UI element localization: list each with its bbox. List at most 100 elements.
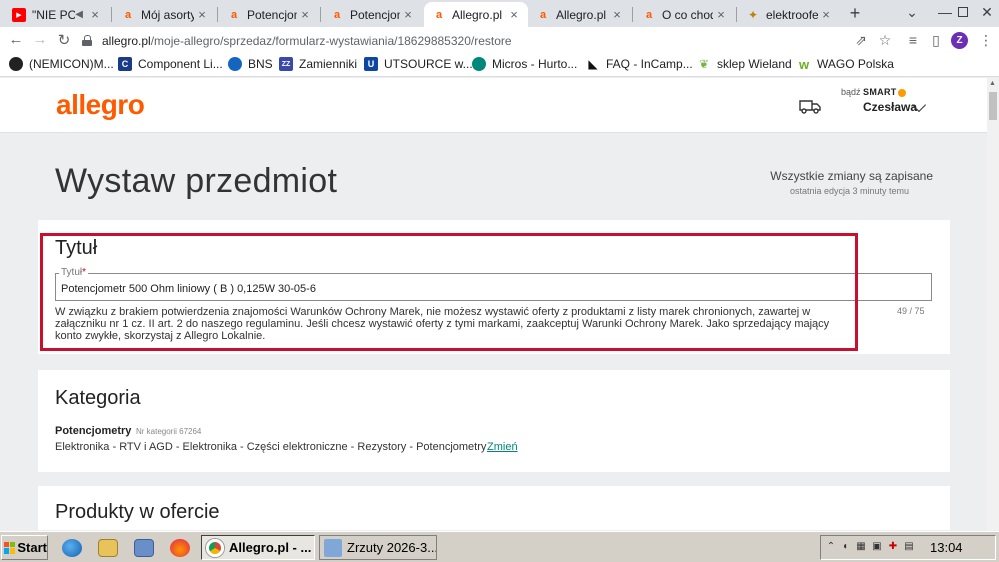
new-tab-icon[interactable]: + <box>845 3 865 24</box>
bookmark-component-library[interactable]: C Component Li... <box>118 57 223 71</box>
last-edit-info: ostatnia edycja 3 minuty temu <box>789 186 909 196</box>
share-icon[interactable]: ⇗ <box>852 32 870 49</box>
site-header: allegro bądź SMART Czesława <box>0 78 987 133</box>
utsource-icon: U <box>364 57 378 71</box>
internet-explorer-icon[interactable] <box>62 539 82 557</box>
allegro-icon: a <box>645 8 653 21</box>
chrome-icon <box>206 538 224 557</box>
restore-icon[interactable] <box>958 7 968 17</box>
component-library-icon: C <box>118 57 132 71</box>
tab-separator <box>111 7 112 22</box>
taskbar-chrome-window[interactable]: Allegro.pl - ... <box>201 535 315 560</box>
products-card: Produkty w ofercie <box>38 486 950 530</box>
zamienniki-icon: ZZ <box>279 57 293 71</box>
tab-close-icon[interactable]: × <box>194 7 210 22</box>
tab-close-icon[interactable]: × <box>818 7 834 22</box>
firefox-icon[interactable] <box>170 539 190 557</box>
allegro-icon: a <box>333 8 341 21</box>
micros-icon <box>472 57 486 71</box>
browser-tab-5-active[interactable]: a Allegro.pl - × <box>424 2 528 27</box>
volume-icon[interactable]: ◖ <box>839 541 851 553</box>
tab-separator <box>217 7 218 22</box>
tab-close-icon[interactable]: × <box>87 7 103 22</box>
tab-search-chevron-icon[interactable]: ⌄ <box>903 3 921 21</box>
nemicon-icon <box>9 57 23 71</box>
bookmark-nemicon[interactable]: (NEMICON)M... <box>9 57 114 71</box>
category-number: Nr kategorii 67264 <box>136 427 202 436</box>
tray-expand-icon[interactable]: ⌃ <box>825 541 837 553</box>
bookmark-wago[interactable]: w WAGO Polska <box>797 56 894 72</box>
smart-badge[interactable]: bądź SMART <box>841 87 906 97</box>
lock-icon[interactable] <box>82 35 92 46</box>
bookmark-site-icon: ✦ <box>747 7 759 22</box>
products-section-heading: Produkty w ofercie <box>55 501 220 523</box>
category-section-heading: Kategoria <box>55 387 141 409</box>
mute-icon[interactable]: ◀ <box>75 9 83 20</box>
browser-tab-1[interactable]: ▶ "NIE PO ◀ × <box>4 2 109 27</box>
tray-app-icon[interactable]: ▤ <box>903 541 915 553</box>
browser-tab-3[interactable]: a Potencjome × <box>219 2 319 27</box>
bookmark-faq-incamp[interactable]: ◣ FAQ - InCamp... <box>586 57 692 71</box>
bns-icon <box>228 57 242 71</box>
media-control-icon[interactable]: ≡ <box>904 32 922 48</box>
save-status: Wszystkie zmiany są zapisane <box>770 169 933 183</box>
page-scrollbar[interactable]: ▲ <box>987 78 999 530</box>
file-explorer-icon[interactable] <box>98 539 118 557</box>
bookmark-utsource[interactable]: U UTSOURCE w... <box>364 57 473 71</box>
reload-icon[interactable]: ↻ <box>55 31 73 49</box>
scroll-up-icon[interactable]: ▲ <box>989 80 996 87</box>
browser-tab-2[interactable]: a Mój asortym × <box>113 2 216 27</box>
change-category-link[interactable]: Zmień <box>487 441 518 453</box>
tab-separator <box>632 7 633 22</box>
safely-remove-icon[interactable]: ▣ <box>871 541 883 553</box>
profile-avatar[interactable]: Z <box>951 32 968 49</box>
security-alert-icon[interactable]: ✚ <box>887 541 899 553</box>
url-path: /moje-allegro/sprzedaz/formularz-wystawi… <box>150 33 512 48</box>
tab-close-icon[interactable]: × <box>713 7 729 22</box>
browser-tab-7[interactable]: a O co chodz × <box>634 2 735 27</box>
tab-close-icon[interactable]: × <box>297 7 313 22</box>
url-host: allegro.pl <box>102 33 151 48</box>
browser-toolbar: ← → ↻ allegro.pl/moje-allegro/sprzedaz/f… <box>0 27 999 54</box>
allegro-icon: a <box>230 8 238 21</box>
side-panel-icon[interactable]: ▯ <box>927 32 945 49</box>
tab-separator <box>320 7 321 22</box>
bookmark-sklep-wieland[interactable]: ❦ sklep Wieland <box>697 57 792 71</box>
scroll-thumb[interactable] <box>989 92 997 120</box>
taskbar-screenshots-window[interactable]: Zrzuty 2026-3... <box>319 535 437 560</box>
bookmark-micros[interactable]: Micros - Hurto... <box>472 57 577 71</box>
bookmark-zamienniki[interactable]: ZZ Zamienniki <box>279 57 357 71</box>
address-bar[interactable]: allegro.pl/moje-allegro/sprzedaz/formula… <box>78 30 844 51</box>
taskbar-clock[interactable]: 13:04 <box>930 540 963 555</box>
highlight-annotation-frame <box>40 233 858 351</box>
back-icon[interactable]: ← <box>7 31 25 48</box>
os-taskbar: Start Allegro.pl - ... Zrzuty 2026-3... … <box>0 531 999 562</box>
allegro-logo[interactable]: allegro <box>56 89 145 121</box>
tab-close-icon[interactable]: × <box>609 7 625 22</box>
title-char-counter: 49 / 75 <box>897 306 925 316</box>
bookmark-star-icon[interactable]: ☆ <box>876 32 894 49</box>
minimize-icon[interactable]: — <box>936 3 954 21</box>
browser-tab-6[interactable]: a Allegro.pl - × <box>528 2 631 27</box>
media-player-icon[interactable] <box>134 539 154 557</box>
windows-flag-icon <box>4 541 16 554</box>
delivery-truck-icon[interactable] <box>799 98 821 114</box>
browser-tab-8[interactable]: ✦ elektroofer × <box>738 2 840 27</box>
close-window-icon[interactable]: ✕ <box>978 3 996 21</box>
forward-icon[interactable]: → <box>31 31 49 48</box>
page-viewport: allegro bądź SMART Czesława Wystaw przed… <box>0 78 987 530</box>
user-menu[interactable]: Czesława <box>863 100 917 114</box>
page-title: Wystaw przedmiot <box>55 162 338 200</box>
youtube-icon: ▶ <box>12 7 26 22</box>
tab-strip: ▶ "NIE PO ◀ × a Mój asortym × a Potencjo… <box>0 0 999 27</box>
wago-icon: w <box>798 56 810 72</box>
allegro-icon: a <box>124 8 132 21</box>
start-button[interactable]: Start <box>1 535 48 560</box>
network-icon[interactable]: ▦ <box>855 541 867 553</box>
menu-kebab-icon[interactable]: ⋮ <box>977 32 995 49</box>
browser-tab-4[interactable]: a Potencjome × <box>322 2 422 27</box>
bookmark-bns[interactable]: BNS <box>228 57 273 71</box>
tab-close-icon[interactable]: × <box>400 7 416 22</box>
system-tray: ⌃ ◖ ▦ ▣ ✚ ▤ 13:04 <box>820 535 996 560</box>
tab-close-icon[interactable]: × <box>506 7 522 22</box>
